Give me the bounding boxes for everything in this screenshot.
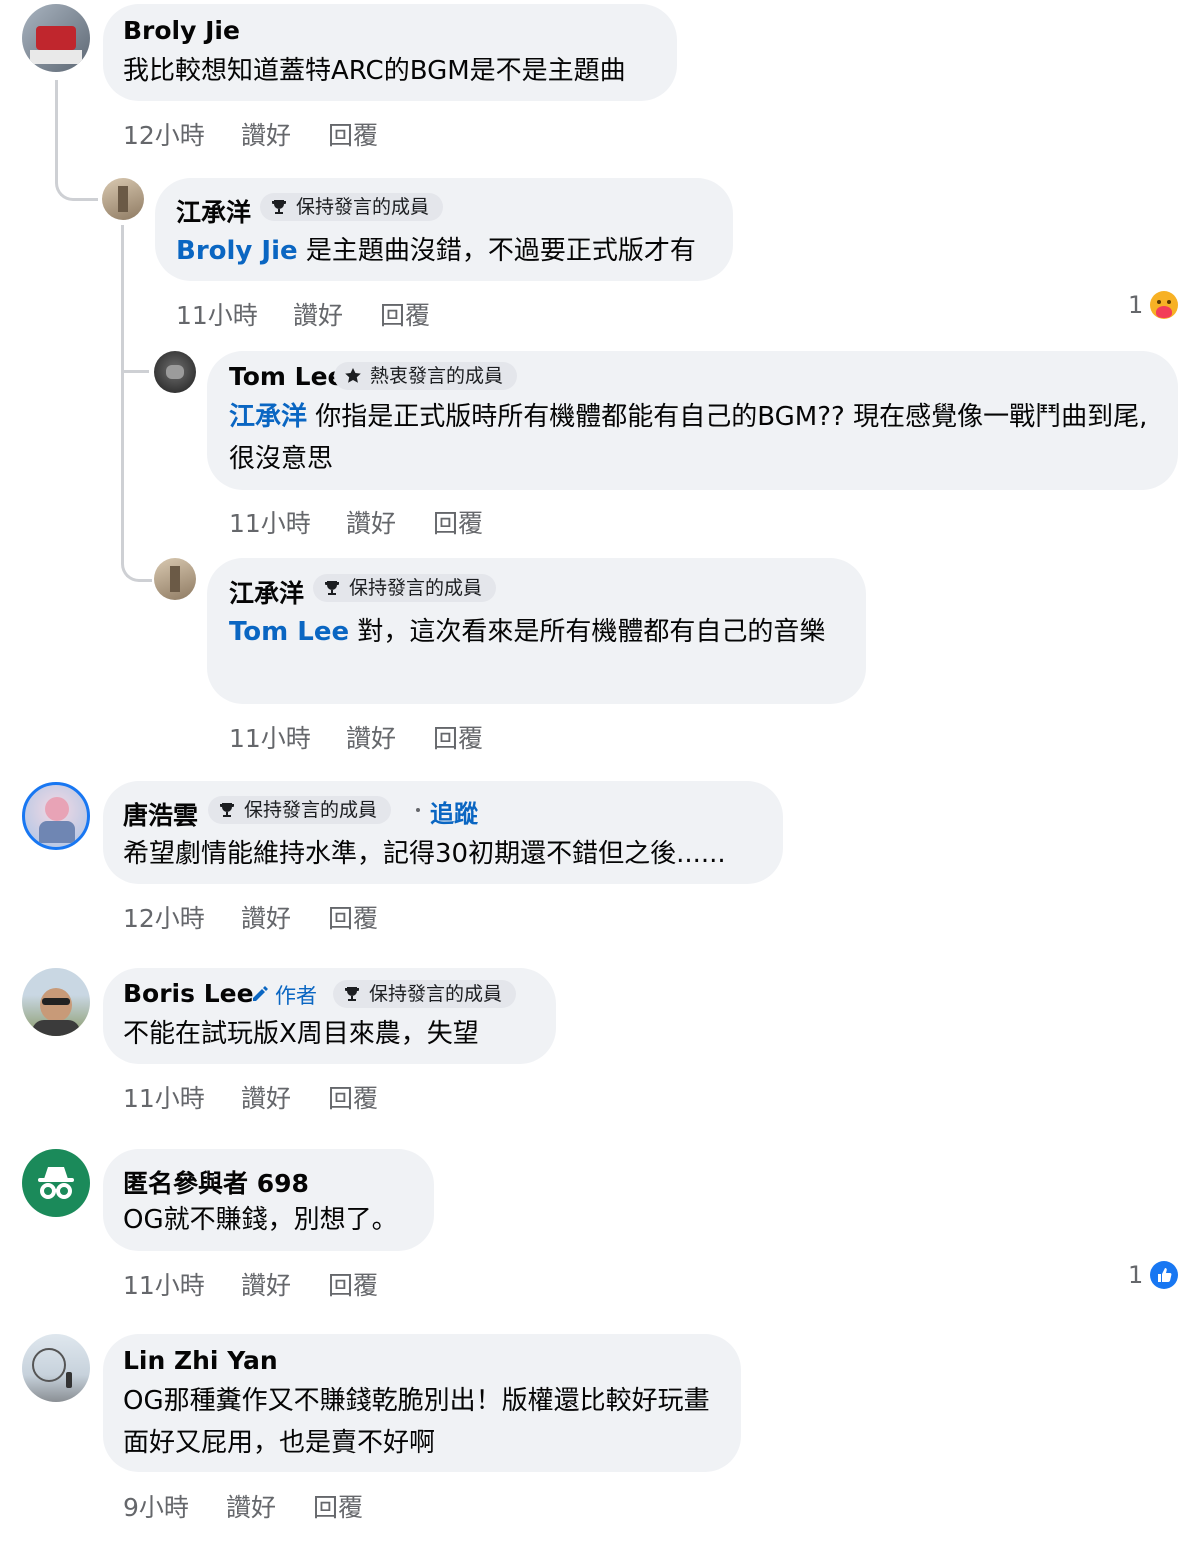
comment-text: 我比較想知道蓋特ARC的BGM是不是主題曲 bbox=[123, 56, 626, 86]
avatar[interactable] bbox=[22, 782, 90, 850]
comment-time[interactable]: 11小時 bbox=[229, 504, 311, 540]
thread-line-1 bbox=[55, 80, 98, 201]
like-button[interactable]: 讚好 bbox=[346, 719, 396, 755]
incognito-icon bbox=[38, 1167, 74, 1199]
badge-label: 保持發言的成員 bbox=[296, 196, 430, 218]
comment-time[interactable]: 11小時 bbox=[176, 296, 258, 332]
thread-line-2 bbox=[121, 225, 124, 375]
comment-author[interactable]: 唐浩雲 bbox=[123, 796, 198, 832]
comment-author[interactable]: 匿名參與者 698 bbox=[123, 1164, 309, 1200]
thread-line-3 bbox=[121, 370, 149, 373]
comment-text: Tom Lee 對，這次看來是所有機體都有自己的音樂 bbox=[229, 611, 834, 653]
comment-time[interactable]: 11小時 bbox=[123, 1079, 205, 1115]
reaction-count: 1 bbox=[1128, 291, 1144, 319]
avatar[interactable] bbox=[154, 558, 196, 600]
like-button[interactable]: 讚好 bbox=[241, 1266, 291, 1302]
like-button[interactable]: 讚好 bbox=[241, 116, 291, 152]
badge-label: 保持發言的成員 bbox=[369, 983, 503, 1005]
anonymous-avatar[interactable] bbox=[22, 1149, 90, 1217]
badge-label: 保持發言的成員 bbox=[349, 577, 483, 599]
avatar[interactable] bbox=[22, 968, 90, 1036]
like-button[interactable]: 讚好 bbox=[241, 899, 291, 935]
trophy-icon bbox=[325, 581, 339, 595]
pencil-icon bbox=[250, 983, 270, 1007]
badge-label: 熱衷發言的成員 bbox=[370, 365, 504, 387]
mention-link[interactable]: Tom Lee bbox=[229, 617, 349, 647]
avatar[interactable] bbox=[154, 351, 196, 393]
comment-text: OG就不賺錢，別想了。 bbox=[123, 1205, 398, 1235]
member-badge: 保持發言的成員 bbox=[260, 193, 444, 221]
reply-button[interactable]: 回覆 bbox=[380, 296, 430, 332]
member-badge: 保持發言的成員 bbox=[208, 796, 392, 824]
like-button[interactable]: 讚好 bbox=[293, 296, 343, 332]
comment-time[interactable]: 11小時 bbox=[229, 719, 311, 755]
avatar[interactable] bbox=[22, 4, 90, 72]
comment-body: 你指是正式版時所有機體都能有自己的BGM?? 現在感覺像一戰鬥曲到尾, 很沒意思 bbox=[229, 402, 1148, 474]
mention-link[interactable]: 江承洋 bbox=[229, 402, 307, 432]
comment-time[interactable]: 12小時 bbox=[123, 116, 205, 152]
comment-time[interactable]: 12小時 bbox=[123, 899, 205, 935]
reaction-count: 1 bbox=[1128, 1261, 1144, 1289]
reaction-summary[interactable]: 1 bbox=[1128, 1261, 1143, 1289]
comment-text: OG那種糞作又不賺錢乾脆別出！版權還比較好玩畫面好又屁用，也是賣不好啊 bbox=[123, 1386, 710, 1458]
reply-button[interactable]: 回覆 bbox=[433, 719, 483, 755]
care-emoji-icon bbox=[1150, 291, 1178, 319]
member-badge: 保持發言的成員 bbox=[333, 980, 517, 1008]
author-role: 作者 bbox=[275, 984, 317, 1008]
dot-separator bbox=[416, 808, 420, 812]
comment-author[interactable]: Tom Lee bbox=[229, 362, 345, 391]
follow-button[interactable]: 追蹤 bbox=[430, 794, 478, 829]
comment-author[interactable]: Boris Lee bbox=[123, 979, 254, 1008]
comment-author[interactable]: Broly Jie bbox=[123, 16, 240, 45]
mention-link[interactable]: Broly Jie bbox=[176, 236, 298, 266]
comment-body: 是主題曲沒錯，不過要正式版才有 bbox=[297, 236, 696, 266]
trophy-icon bbox=[345, 987, 359, 1001]
reply-button[interactable]: 回覆 bbox=[328, 116, 378, 152]
reply-button[interactable]: 回覆 bbox=[328, 899, 378, 935]
trophy-icon bbox=[220, 803, 234, 817]
avatar[interactable] bbox=[22, 1334, 90, 1402]
member-badge: 熱衷發言的成員 bbox=[334, 362, 518, 390]
member-badge: 保持發言的成員 bbox=[313, 574, 497, 602]
reply-button[interactable]: 回覆 bbox=[328, 1079, 378, 1115]
comment-author[interactable]: 江承洋 bbox=[229, 574, 304, 610]
comment-author[interactable]: 江承洋 bbox=[176, 193, 251, 229]
comment-time[interactable]: 9小時 bbox=[123, 1488, 189, 1524]
comment-body: 對，這次看來是所有機體都有自己的音樂 bbox=[349, 617, 826, 647]
like-button[interactable]: 讚好 bbox=[241, 1079, 291, 1115]
reply-button[interactable]: 回覆 bbox=[433, 504, 483, 540]
badge-label: 保持發言的成員 bbox=[244, 799, 378, 821]
star-icon bbox=[345, 368, 361, 383]
like-button[interactable]: 讚好 bbox=[226, 1488, 276, 1524]
comment-text: Broly Jie 是主題曲沒錯，不過要正式版才有 bbox=[176, 230, 721, 272]
comment-time[interactable]: 11小時 bbox=[123, 1266, 205, 1302]
reply-button[interactable]: 回覆 bbox=[328, 1266, 378, 1302]
comment-text: 不能在試玩版X周目來農，失望 bbox=[123, 1019, 479, 1049]
like-icon bbox=[1150, 1261, 1178, 1289]
comment-text: 希望劇情能維持水準，記得30初期還不錯但之後...... bbox=[123, 839, 726, 869]
comment-author[interactable]: Lin Zhi Yan bbox=[123, 1346, 278, 1375]
trophy-icon bbox=[272, 200, 286, 214]
reply-button[interactable]: 回覆 bbox=[313, 1488, 363, 1524]
thread-line-4 bbox=[121, 375, 152, 582]
avatar[interactable] bbox=[102, 178, 144, 220]
comment-text: 江承洋 你指是正式版時所有機體都能有自己的BGM?? 現在感覺像一戰鬥曲到尾, … bbox=[229, 396, 1149, 480]
like-button[interactable]: 讚好 bbox=[346, 504, 396, 540]
reaction-summary[interactable]: 1 bbox=[1128, 291, 1143, 319]
